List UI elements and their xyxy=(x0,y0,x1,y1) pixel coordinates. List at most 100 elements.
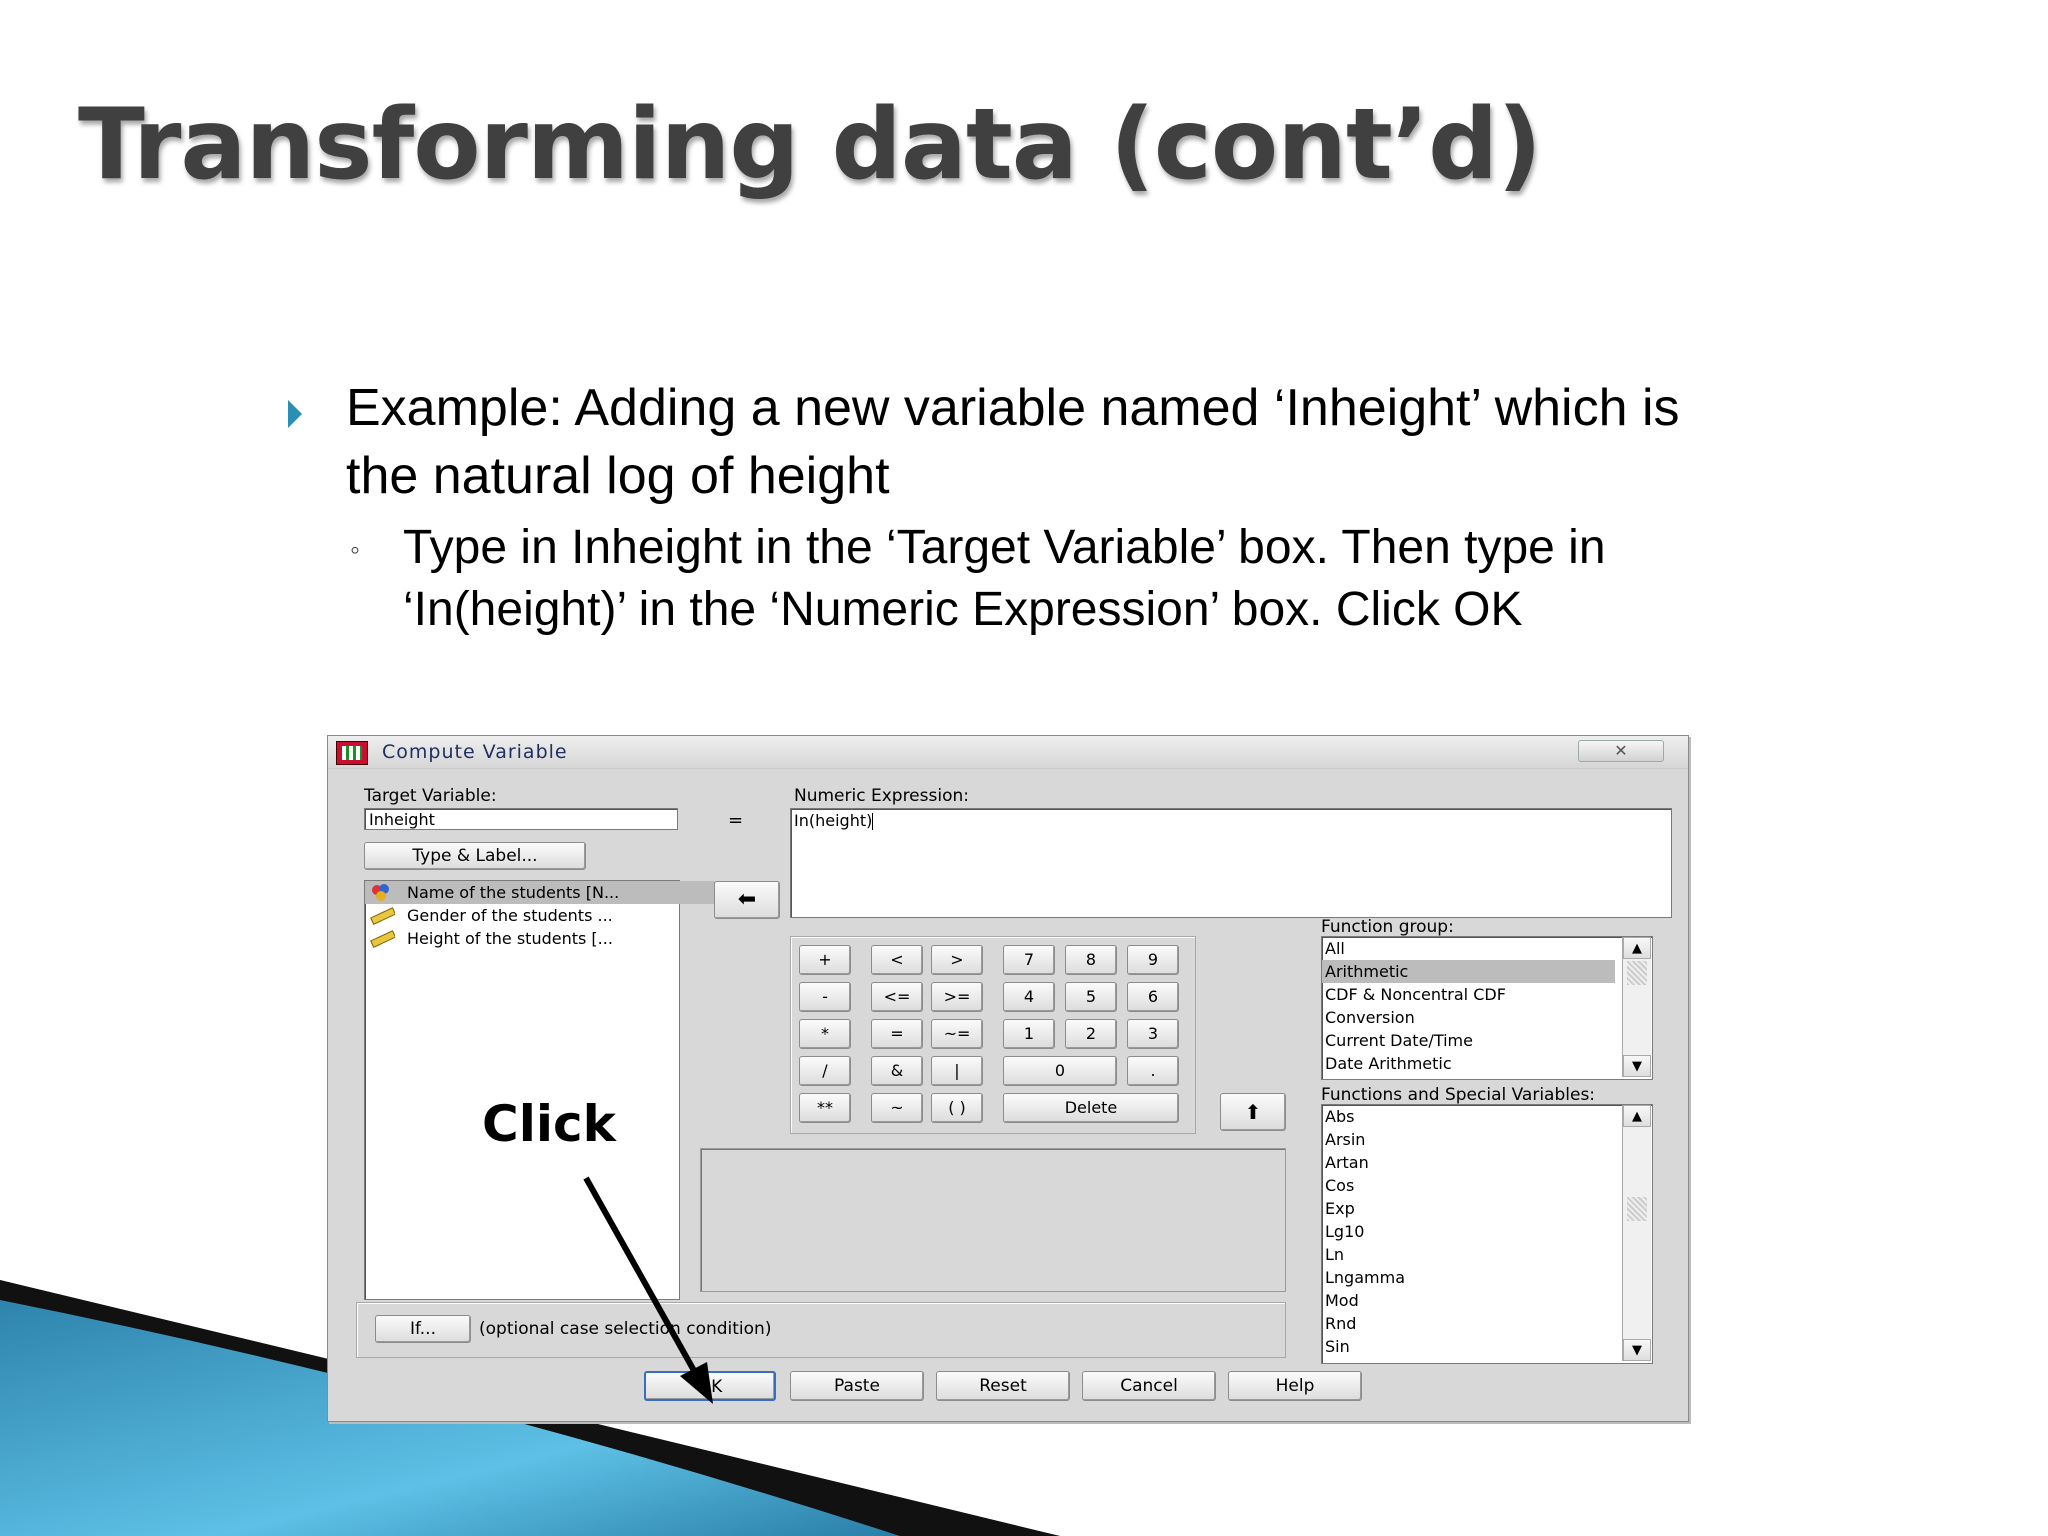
function-group-item[interactable]: All xyxy=(1322,937,1615,960)
keypad-equal-button[interactable]: = xyxy=(871,1019,923,1049)
function-item[interactable]: Arsin xyxy=(1322,1128,1365,1151)
function-group-scrollbar[interactable]: ▲ ▼ xyxy=(1622,937,1651,1077)
bullet-text-line-2: the natural log of height xyxy=(346,447,890,505)
keypad-1-button[interactable]: 1 xyxy=(1003,1019,1055,1049)
dialog-title: Compute Variable xyxy=(382,741,568,763)
arrow-left-icon: ⬅ xyxy=(737,887,757,912)
function-item[interactable]: Ln xyxy=(1322,1243,1344,1266)
if-button[interactable]: If... xyxy=(375,1315,471,1343)
close-icon[interactable]: ✕ xyxy=(1578,740,1664,762)
scale-ruler-icon xyxy=(370,930,395,948)
function-item[interactable]: Sin xyxy=(1322,1335,1350,1358)
text-cursor xyxy=(872,813,874,830)
function-item[interactable]: Rnd xyxy=(1322,1312,1356,1335)
keypad-4-button[interactable]: 4 xyxy=(1003,982,1055,1012)
spss-app-icon xyxy=(336,741,368,765)
keypad-not-button[interactable]: ~ xyxy=(871,1093,923,1123)
help-button[interactable]: Help xyxy=(1228,1371,1362,1401)
ok-button[interactable]: OK xyxy=(644,1371,776,1401)
function-group-item[interactable]: Date Arithmetic xyxy=(1322,1052,1615,1075)
click-annotation-label: Click xyxy=(482,1095,616,1153)
bullet-arrow-icon xyxy=(288,400,302,428)
keypad-plus-button[interactable]: + xyxy=(799,945,851,975)
sub-bullet-marker-icon: ◦ xyxy=(350,534,360,565)
function-group-item[interactable]: Conversion xyxy=(1322,1006,1615,1029)
variable-label: Gender of the students ... xyxy=(407,906,613,925)
keypad-decimal-button[interactable]: . xyxy=(1127,1056,1179,1086)
function-group-list[interactable]: All Arithmetic CDF & Noncentral CDF Conv… xyxy=(1321,936,1653,1080)
function-group-item[interactable]: CDF & Noncentral CDF xyxy=(1322,983,1615,1006)
cancel-button[interactable]: Cancel xyxy=(1082,1371,1216,1401)
variable-item-height[interactable]: Height of the students [... xyxy=(365,927,715,950)
function-item[interactable]: Lg10 xyxy=(1322,1220,1364,1243)
functions-scrollbar[interactable]: ▲ ▼ xyxy=(1622,1105,1651,1361)
functions-label: Functions and Special Variables: xyxy=(1321,1085,1596,1105)
keypad-delete-button[interactable]: Delete xyxy=(1003,1093,1179,1123)
function-item[interactable]: Exp xyxy=(1322,1197,1355,1220)
keypad-or-button[interactable]: | xyxy=(931,1056,983,1086)
slide-title: Transforming data (cont’d) xyxy=(78,88,1542,202)
keypad-parentheses-button[interactable]: ( ) xyxy=(931,1093,983,1123)
target-variable-input[interactable]: Inheight xyxy=(364,808,678,830)
keypad-power-button[interactable]: ** xyxy=(799,1093,851,1123)
keypad-0-button[interactable]: 0 xyxy=(1003,1056,1117,1086)
function-item[interactable]: Abs xyxy=(1322,1105,1354,1128)
case-selection-panel: If... (optional case selection condition… xyxy=(356,1302,1286,1358)
compute-variable-dialog: Compute Variable ✕ Target Variable: Inhe… xyxy=(327,735,1689,1422)
function-item[interactable]: Mod xyxy=(1322,1289,1359,1312)
keypad-greater-button[interactable]: > xyxy=(931,945,983,975)
variable-item-name[interactable]: Name of the students [N... xyxy=(365,881,715,904)
keypad-8-button[interactable]: 8 xyxy=(1065,945,1117,975)
function-item[interactable]: Artan xyxy=(1322,1151,1369,1174)
keypad-minus-button[interactable]: - xyxy=(799,982,851,1012)
keypad-9-button[interactable]: 9 xyxy=(1127,945,1179,975)
keypad-less-button[interactable]: < xyxy=(871,945,923,975)
if-hint-text: (optional case selection condition) xyxy=(479,1319,772,1339)
numeric-expression-label: Numeric Expression: xyxy=(794,786,969,806)
sub-bullet-line-1: Type in Inheight in the ‘Target Variable… xyxy=(403,521,1606,574)
move-variable-arrow-button[interactable]: ⬅ xyxy=(714,881,780,919)
function-group-item-selected[interactable]: Arithmetic xyxy=(1322,960,1615,983)
keypad-multiply-button[interactable]: * xyxy=(799,1019,851,1049)
type-and-label-button[interactable]: Type & Label... xyxy=(364,842,586,870)
paste-button[interactable]: Paste xyxy=(790,1371,924,1401)
function-item[interactable]: Cos xyxy=(1322,1174,1354,1197)
scale-ruler-icon xyxy=(370,907,395,925)
bullet-text-line-1: Example: Adding a new variable named ‘In… xyxy=(346,379,1680,437)
numeric-expression-text: In(height) xyxy=(794,811,873,830)
calculator-keypad: + < > 7 8 9 - <= >= 4 5 6 * = ~= 1 2 3 /… xyxy=(790,936,1196,1134)
keypad-2-button[interactable]: 2 xyxy=(1065,1019,1117,1049)
function-item[interactable]: Lngamma xyxy=(1322,1266,1405,1289)
scrollbar-thumb[interactable] xyxy=(1627,961,1647,985)
dialog-titlebar[interactable]: Compute Variable ✕ xyxy=(328,736,1688,769)
variable-item-gender[interactable]: Gender of the students ... xyxy=(365,904,715,927)
keypad-greater-equal-button[interactable]: >= xyxy=(931,982,983,1012)
function-group-item[interactable]: Current Date/Time xyxy=(1322,1029,1615,1052)
functions-list[interactable]: Abs Arsin Artan Cos Exp Lg10 Ln Lngamma … xyxy=(1321,1104,1653,1364)
move-function-up-button[interactable]: ⬆ xyxy=(1220,1093,1286,1131)
keypad-not-equal-button[interactable]: ~= xyxy=(931,1019,983,1049)
function-group-label: Function group: xyxy=(1321,917,1454,937)
keypad-5-button[interactable]: 5 xyxy=(1065,982,1117,1012)
sub-bullet-line-2: ‘In(height)’ in the ‘Numeric Expression’… xyxy=(403,583,1523,636)
function-description-box xyxy=(700,1148,1286,1292)
scroll-down-arrow-icon[interactable]: ▼ xyxy=(1623,1339,1651,1361)
keypad-less-equal-button[interactable]: <= xyxy=(871,982,923,1012)
keypad-and-button[interactable]: & xyxy=(871,1056,923,1086)
arrow-up-icon: ⬆ xyxy=(1244,1100,1262,1124)
scroll-up-arrow-icon[interactable]: ▲ xyxy=(1623,937,1651,959)
variable-label: Name of the students [N... xyxy=(407,883,620,902)
nominal-variable-icon xyxy=(372,884,389,901)
keypad-divide-button[interactable]: / xyxy=(799,1056,851,1086)
variable-label: Height of the students [... xyxy=(407,929,613,948)
target-variable-label: Target Variable: xyxy=(364,786,497,806)
keypad-6-button[interactable]: 6 xyxy=(1127,982,1179,1012)
reset-button[interactable]: Reset xyxy=(936,1371,1070,1401)
variable-list[interactable]: Name of the students [N... Gender of the… xyxy=(364,880,715,1300)
scroll-down-arrow-icon[interactable]: ▼ xyxy=(1623,1055,1651,1077)
keypad-3-button[interactable]: 3 xyxy=(1127,1019,1179,1049)
numeric-expression-input[interactable]: In(height) xyxy=(790,808,1672,918)
scrollbar-thumb[interactable] xyxy=(1627,1197,1647,1221)
keypad-7-button[interactable]: 7 xyxy=(1003,945,1055,975)
scroll-up-arrow-icon[interactable]: ▲ xyxy=(1623,1105,1651,1127)
